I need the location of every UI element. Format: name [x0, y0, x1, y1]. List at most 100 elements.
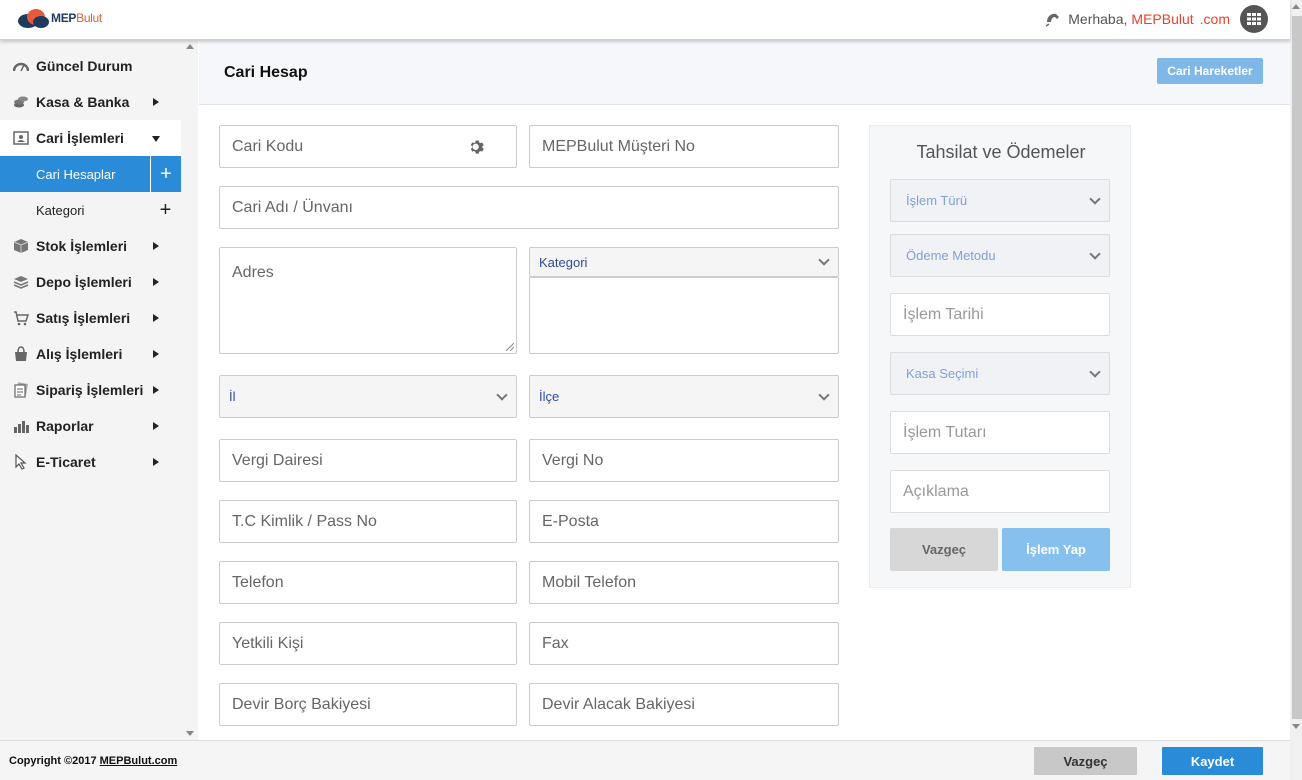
islem-turu-select[interactable]: İşlem Türü: [890, 179, 1110, 222]
mobil-telefon-input[interactable]: Mobil Telefon: [529, 561, 839, 604]
kasa-secimi-value: Kasa Seçimi: [906, 366, 979, 381]
fax-input[interactable]: Fax: [529, 622, 839, 665]
musteri-no-placeholder: MEPBulut Müşteri No: [542, 137, 695, 155]
devir-alacak-input[interactable]: Devir Alacak Bakiyesi: [529, 683, 839, 726]
user-greeting: Merhaba, MEPBulut .com: [1044, 5, 1268, 33]
logo-text: MEPBulut: [51, 11, 102, 25]
telefon-placeholder: Telefon: [232, 573, 284, 591]
tc-kimlik-input[interactable]: T.C Kimlik / Pass No: [219, 500, 517, 543]
sidebar-item-satis-islemleri[interactable]: Satış İşlemleri: [0, 300, 181, 336]
sidebar-subitem-kategori[interactable]: Kategori +: [0, 192, 181, 228]
chevron-right-icon: [153, 242, 159, 250]
telefon-input[interactable]: Telefon: [219, 561, 517, 604]
chevron-down-icon: [1089, 247, 1101, 260]
kategori-select[interactable]: Kategori: [529, 247, 839, 277]
adres-textarea[interactable]: Adres: [219, 247, 517, 354]
kategori-list[interactable]: [529, 277, 839, 354]
copyright-link[interactable]: MEPBulut.com: [100, 755, 178, 767]
copyright: Copyright ©2017 MEPBulut.com: [9, 755, 177, 767]
kaydet-button[interactable]: Kaydet: [1162, 747, 1263, 775]
sidebar-item-label: Güncel Durum: [36, 58, 133, 74]
kategori-select-value: Kategori: [539, 254, 588, 270]
sidebar-item-raporlar[interactable]: Raporlar: [0, 408, 181, 444]
sidebar-item-kasa-banka[interactable]: Kasa & Banka: [0, 84, 181, 120]
yetkili-kisi-input[interactable]: Yetkili Kişi: [219, 622, 517, 665]
logo[interactable]: MEPBulut: [16, 7, 102, 29]
sidebar-item-label: Satış İşlemleri: [36, 310, 131, 326]
yetkili-kisi-placeholder: Yetkili Kişi: [232, 634, 304, 652]
sidebar-item-depo-islemleri[interactable]: Depo İşlemleri: [0, 264, 181, 300]
ilce-select-value: İlçe: [539, 389, 560, 404]
chevron-right-icon: [153, 422, 159, 430]
islem-yap-button[interactable]: İşlem Yap: [1002, 528, 1110, 571]
islem-tarihi-placeholder: İşlem Tarihi: [903, 305, 984, 323]
chevron-right-icon: [153, 278, 159, 286]
musteri-no-input[interactable]: MEPBulut Müşteri No: [529, 125, 839, 168]
resize-handle-icon[interactable]: [506, 343, 514, 351]
sidebar-scrollbar[interactable]: [181, 40, 198, 740]
page-title: Cari Hesap: [224, 64, 308, 81]
chevron-down-icon: [818, 254, 830, 266]
vergi-dairesi-placeholder: Vergi Dairesi: [232, 451, 323, 469]
il-select-value: İl: [229, 389, 236, 404]
scrollbar-thumb[interactable]: [1292, 16, 1302, 719]
islem-tutari-placeholder: İşlem Tutarı: [903, 423, 987, 441]
page-header: Cari Hesap Cari Hareketler: [199, 40, 1290, 105]
scroll-up-icon[interactable]: [1292, 4, 1300, 9]
sidebar-subitem-label: Cari Hesaplar: [36, 166, 116, 182]
sidebar-subitem-label: Kategori: [36, 202, 85, 218]
kasa-secimi-select[interactable]: Kasa Seçimi: [890, 352, 1110, 395]
devir-borc-input[interactable]: Devir Borç Bakiyesi: [219, 683, 517, 726]
payments-title: Tahsilat ve Ödemeler: [916, 142, 1086, 162]
il-select[interactable]: İl: [219, 375, 517, 418]
apps-menu-button[interactable]: [1240, 5, 1268, 33]
sidebar-item-label: Kasa & Banka: [36, 94, 130, 110]
cari-adi-input[interactable]: Cari Adı / Ünvanı: [219, 186, 839, 229]
cari-kodu-input[interactable]: Cari Kodu: [219, 125, 517, 168]
bag-icon: [12, 346, 30, 362]
sidebar-item-e-ticaret[interactable]: E-Ticaret: [0, 444, 181, 480]
chevron-right-icon: [153, 350, 159, 358]
page-scrollbar[interactable]: [1290, 0, 1302, 780]
sidebar-item-stok-islemleri[interactable]: Stok İşlemleri: [0, 228, 181, 264]
cari-hareketler-button[interactable]: Cari Hareketler: [1157, 58, 1263, 84]
sidebar-item-label: Stok İşlemleri: [36, 238, 128, 254]
waving-hand-icon: [1045, 13, 1060, 27]
add-icon[interactable]: +: [150, 192, 181, 228]
sidebar-item-alis-islemleri[interactable]: Alış İşlemleri: [0, 336, 181, 372]
sidebar-item-guncel-durum[interactable]: Güncel Durum: [0, 48, 181, 84]
user-domain: .com: [1199, 11, 1230, 27]
vergi-no-placeholder: Vergi No: [542, 451, 604, 469]
cari-adi-placeholder: Cari Adı / Ünvanı: [232, 198, 353, 216]
mobil-telefon-placeholder: Mobil Telefon: [542, 573, 636, 591]
scroll-up-icon[interactable]: [186, 44, 194, 49]
odeme-metodu-select[interactable]: Ödeme Metodu: [890, 234, 1110, 277]
eposta-input[interactable]: E-Posta: [529, 500, 839, 543]
coins-icon: [12, 94, 30, 110]
scroll-down-icon[interactable]: [1292, 724, 1300, 729]
cursor-icon: [12, 454, 30, 470]
scroll-down-icon[interactable]: [186, 731, 194, 736]
ilce-select[interactable]: İlçe: [529, 375, 839, 418]
chevron-down-icon: [1089, 365, 1101, 378]
sidebar-item-label: Raporlar: [36, 418, 94, 434]
bar-chart-icon: [12, 418, 30, 434]
vergi-no-input[interactable]: Vergi No: [529, 439, 839, 482]
vergi-dairesi-input[interactable]: Vergi Dairesi: [219, 439, 517, 482]
speedometer-icon: [12, 58, 30, 74]
gear-icon[interactable]: [468, 138, 486, 156]
islem-tutari-input[interactable]: İşlem Tutarı: [890, 411, 1110, 454]
sidebar-item-cari-islemleri[interactable]: Cari İşlemleri: [0, 120, 181, 156]
islem-tarihi-input[interactable]: İşlem Tarihi: [890, 293, 1110, 336]
vazgec-button[interactable]: Vazgeç: [1034, 747, 1137, 775]
aciklama-placeholder: Açıklama: [903, 482, 969, 500]
sidebar-menu: Güncel Durum Kasa & Banka Cari İşlemleri…: [0, 48, 181, 480]
sidebar-subitem-cari-hesaplar[interactable]: Cari Hesaplar +: [0, 156, 181, 192]
sidebar-item-siparis-islemleri[interactable]: Sipariş İşlemleri: [0, 372, 181, 408]
top-bar: MEPBulut Merhaba, MEPBulut .com: [0, 0, 1290, 40]
aciklama-input[interactable]: Açıklama: [890, 470, 1110, 513]
adres-placeholder: Adres: [232, 264, 274, 281]
payments-cancel-button[interactable]: Vazgeç: [890, 528, 998, 571]
add-icon[interactable]: +: [150, 156, 181, 192]
cari-kodu-placeholder: Cari Kodu: [232, 137, 304, 155]
